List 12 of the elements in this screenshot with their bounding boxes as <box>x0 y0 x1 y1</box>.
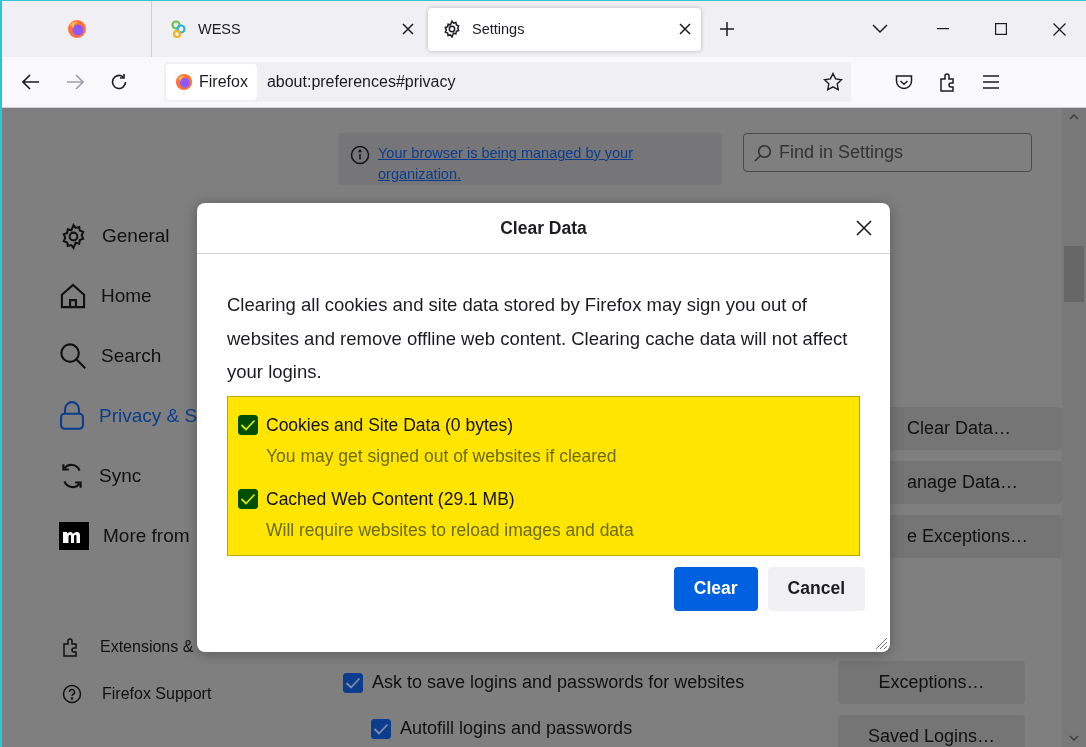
option-label: Cookies and Site Data (0 bytes) <box>266 414 514 436</box>
dialog-message: Clearing all cookies and site data stored by Firefox may sign you out of websites and remove offline web content. Clearing cache data will not affect your logins. <box>227 293 849 384</box>
option-label: Ask to save logins and passwords for websites <box>372 672 745 693</box>
tab-title: WESS <box>198 21 242 37</box>
option-label: Cached Web Content (29.1 MB) <box>266 488 515 510</box>
option-label: Autofill logins and passwords <box>400 718 633 739</box>
option-description: You may get signed out of websites if cleared <box>266 445 618 467</box>
url-text: about:preferences#privacy <box>266 73 457 91</box>
option-description: Will require websites to reload images and data <box>266 519 635 541</box>
identity-label: Firefox <box>199 73 248 91</box>
tab-title: Settings <box>472 21 526 37</box>
dialog-title: Clear Data <box>500 217 587 239</box>
